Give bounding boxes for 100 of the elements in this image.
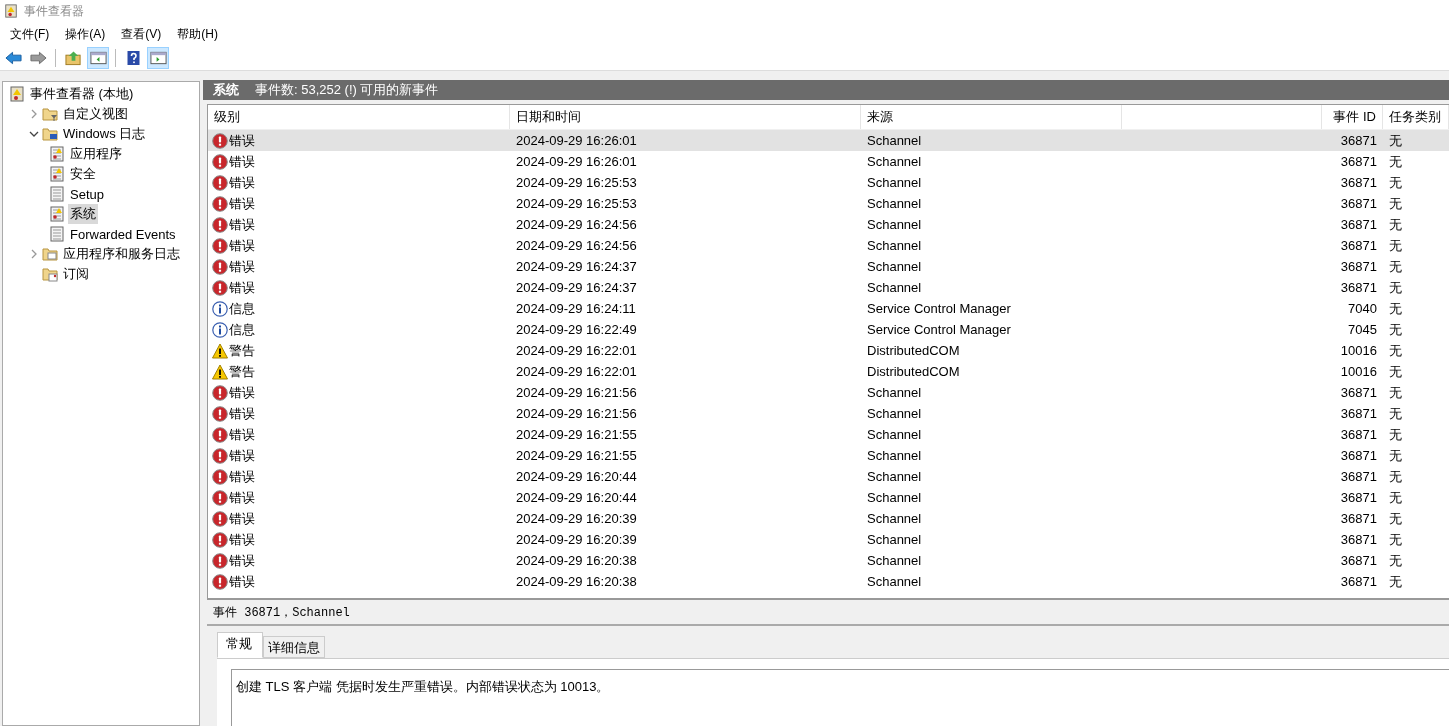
event-id-cell-text: 36871 — [1339, 490, 1378, 505]
tab[interactable]: 详细信息 — [263, 636, 325, 658]
event-id-cell-text: 36871 — [1339, 280, 1378, 295]
error-icon — [212, 510, 228, 527]
level-text: 错误 — [229, 131, 255, 150]
pane-toggle-button[interactable] — [87, 47, 109, 69]
category-cell-text: 无 — [1388, 362, 1403, 381]
event-row[interactable]: 警告 2024-09-29 16:22:01 DistributedCOM 10016 无 — [208, 340, 1449, 361]
column-header[interactable]: 事件 ID — [1322, 105, 1383, 129]
source-cell-text: Schannel — [866, 385, 923, 400]
level-text: 错误 — [229, 425, 255, 444]
error-icon — [212, 384, 228, 401]
event-id-cell-text: 36871 — [1339, 154, 1378, 169]
event-row[interactable]: 错误 2024-09-29 16:20:44 Schannel 36871 无 — [208, 487, 1449, 508]
menu-item[interactable]: 操作(A) — [57, 23, 114, 45]
column-header[interactable]: 级别 — [208, 105, 510, 129]
date-cell-text: 2024-09-29 16:24:56 — [515, 217, 638, 232]
event-row[interactable]: 错误 2024-09-29 16:20:39 Schannel 36871 无 — [208, 529, 1449, 550]
error-icon — [212, 132, 228, 149]
event-row[interactable]: 错误 2024-09-29 16:20:38 Schannel 36871 无 — [208, 571, 1449, 592]
level-text: 警告 — [229, 362, 255, 381]
tree-item[interactable]: 订阅 — [61, 264, 91, 284]
collapse-icon[interactable] — [29, 129, 39, 139]
event-id-cell-text: 36871 — [1339, 469, 1378, 484]
tree-item[interactable]: 安全 — [68, 164, 98, 184]
tree-item[interactable]: 自定义视图 — [61, 104, 130, 124]
column-header[interactable]: 任务类别 — [1383, 105, 1449, 129]
error-icon — [212, 279, 228, 296]
event-id-cell-text: 36871 — [1339, 259, 1378, 274]
tree-item[interactable]: 系统 — [68, 204, 98, 224]
tree-item[interactable]: Forwarded Events — [68, 225, 178, 243]
level-text: 警告 — [229, 341, 255, 360]
category-cell-text: 无 — [1388, 173, 1403, 192]
event-row[interactable]: 警告 2024-09-29 16:22:01 DistributedCOM 10016 无 — [208, 361, 1449, 382]
category-cell-text: 无 — [1388, 236, 1403, 255]
log-icon — [49, 186, 65, 202]
event-row[interactable]: 信息 2024-09-29 16:22:49 Service Control Manager 7045 无 — [208, 319, 1449, 340]
menu-item[interactable]: 帮助(H) — [169, 23, 226, 45]
error-icon — [212, 258, 228, 275]
column-header[interactable]: 来源 — [861, 105, 1122, 129]
error-icon — [212, 573, 228, 590]
level-text: 信息 — [229, 320, 255, 339]
event-row[interactable]: 错误 2024-09-29 16:26:01 Schannel 36871 无 — [208, 151, 1449, 172]
source-cell-text: Schannel — [866, 154, 923, 169]
tree-item[interactable]: 应用程序和服务日志 — [61, 244, 182, 264]
pane-toggle-button[interactable] — [147, 47, 169, 69]
date-cell-text: 2024-09-29 16:22:49 — [515, 322, 638, 337]
error-icon — [212, 174, 228, 191]
event-row[interactable]: 错误 2024-09-29 16:25:53 Schannel 36871 无 — [208, 193, 1449, 214]
category-cell-text: 无 — [1388, 488, 1403, 507]
event-row[interactable]: 错误 2024-09-29 16:21:55 Schannel 36871 无 — [208, 445, 1449, 466]
event-row[interactable]: 错误 2024-09-29 16:24:56 Schannel 36871 无 — [208, 235, 1449, 256]
level-text: 错误 — [229, 278, 255, 297]
event-row[interactable]: 错误 2024-09-29 16:24:37 Schannel 36871 无 — [208, 277, 1449, 298]
event-row[interactable]: 错误 2024-09-29 16:24:56 Schannel 36871 无 — [208, 214, 1449, 235]
tree-item[interactable]: Setup — [68, 185, 106, 203]
expand-icon[interactable] — [29, 249, 39, 259]
category-cell-text: 无 — [1388, 425, 1403, 444]
error-icon — [212, 531, 228, 548]
event-id-cell-text: 36871 — [1339, 175, 1378, 190]
column-header[interactable]: 日期和时间 — [510, 105, 861, 129]
source-cell-text: Schannel — [866, 175, 923, 190]
tree-item[interactable]: 应用程序 — [68, 144, 124, 164]
category-cell-text: 无 — [1388, 404, 1403, 423]
level-text: 错误 — [229, 530, 255, 549]
event-row[interactable]: 错误 2024-09-29 16:24:37 Schannel 36871 无 — [208, 256, 1449, 277]
event-row[interactable]: 错误 2024-09-29 16:20:44 Schannel 36871 无 — [208, 466, 1449, 487]
category-cell-text: 无 — [1388, 257, 1403, 276]
date-cell-text: 2024-09-29 16:25:53 — [515, 175, 638, 190]
tree-item[interactable]: 事件查看器 (本地) — [28, 84, 136, 104]
event-row[interactable]: 错误 2024-09-29 16:21:55 Schannel 36871 无 — [208, 424, 1449, 445]
error-icon — [212, 153, 228, 170]
expand-icon[interactable] — [29, 109, 39, 119]
source-cell-text: Schannel — [866, 280, 923, 295]
date-cell-text: 2024-09-29 16:22:01 — [515, 364, 638, 379]
level-text: 错误 — [229, 488, 255, 507]
window-title: 事件查看器 — [24, 2, 84, 20]
folder-icon — [42, 246, 58, 262]
event-row[interactable]: 错误 2024-09-29 16:21:56 Schannel 36871 无 — [208, 403, 1449, 424]
log-icon — [49, 226, 65, 242]
category-cell-text: 无 — [1388, 383, 1403, 402]
date-cell-text: 2024-09-29 16:20:39 — [515, 532, 638, 547]
event-row[interactable]: 错误 2024-09-29 16:20:38 Schannel 36871 无 — [208, 550, 1449, 571]
menu-item[interactable]: 文件(F) — [2, 23, 58, 45]
log-warning-icon — [49, 146, 65, 162]
folder-computer-icon — [42, 126, 58, 142]
tree-item[interactable]: Windows 日志 — [61, 124, 148, 144]
category-cell-text: 无 — [1388, 278, 1403, 297]
tab[interactable]: 常规 — [217, 632, 263, 658]
app-icon — [4, 3, 18, 19]
event-row[interactable]: 错误 2024-09-29 16:25:53 Schannel 36871 无 — [208, 172, 1449, 193]
event-row[interactable]: 信息 2024-09-29 16:24:11 Service Control Manager 7040 无 — [208, 298, 1449, 319]
event-row[interactable]: 错误 2024-09-29 16:21:56 Schannel 36871 无 — [208, 382, 1449, 403]
event-id-cell-text: 7045 — [1347, 322, 1378, 337]
event-row[interactable]: 错误 2024-09-29 16:26:01 Schannel 36871 无 — [208, 130, 1449, 151]
menu-item[interactable]: 查看(V) — [113, 23, 170, 45]
date-cell-text: 2024-09-29 16:21:56 — [515, 406, 638, 421]
event-title: 事件 36871，Schannel — [207, 600, 1449, 626]
level-text: 信息 — [229, 299, 255, 318]
event-row[interactable]: 错误 2024-09-29 16:20:39 Schannel 36871 无 — [208, 508, 1449, 529]
